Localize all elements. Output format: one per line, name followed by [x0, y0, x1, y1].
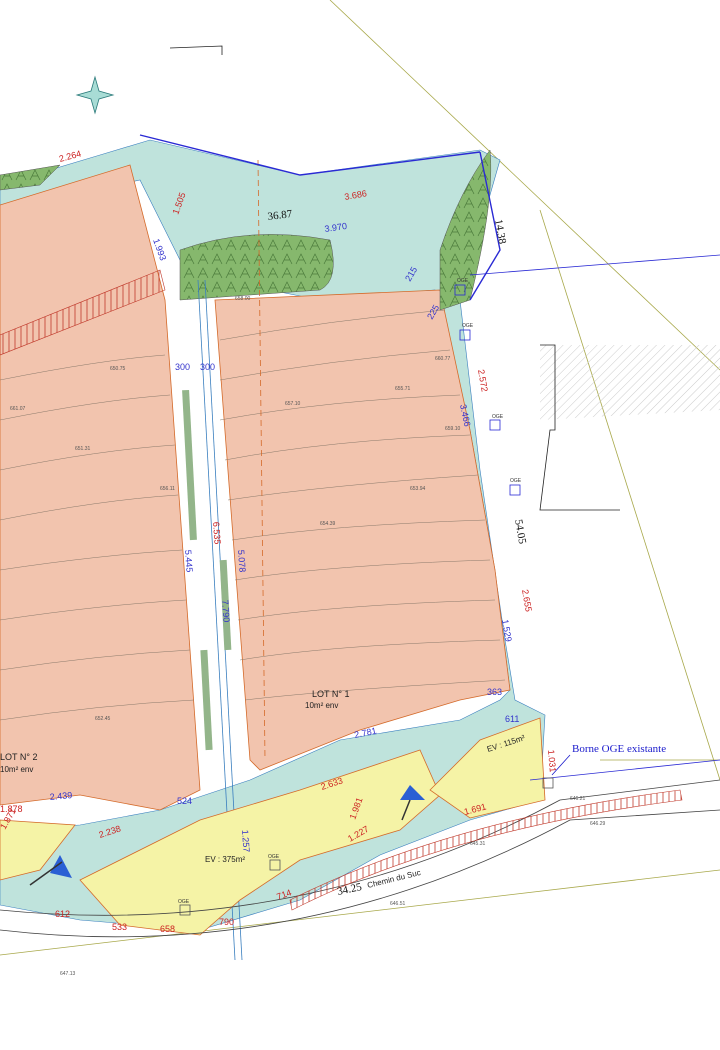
dim-red: 1.878	[0, 804, 23, 814]
green-space-375-label: EV : 375m²	[205, 855, 245, 864]
borne-oge-annotation: Borne OGE existante	[572, 743, 666, 755]
oge-label: OGE	[462, 323, 474, 329]
svg-text:659.10: 659.10	[445, 426, 461, 432]
oge-label: OGE	[492, 414, 504, 420]
svg-text:650.75: 650.75	[110, 366, 126, 372]
svg-text:647.13: 647.13	[60, 971, 76, 977]
oge-label: OGE	[510, 478, 522, 484]
dim-blue: 5.078	[236, 549, 248, 572]
svg-text:655.71: 655.71	[395, 386, 411, 392]
dim-blue: 2.439	[49, 790, 72, 802]
lot-1-title: LOT N° 1	[312, 689, 349, 699]
svg-text:661.07: 661.07	[10, 406, 26, 412]
dim-blue: 7.790	[220, 599, 232, 622]
site-plan-map: OGE OGE OGE OGE OGE OGE LOT N° 1 10m² en…	[0, 0, 720, 1050]
oge-label: OGE	[178, 899, 190, 905]
dim-red: 658	[160, 924, 175, 934]
dim-blue: 611	[505, 714, 519, 724]
lot-2-title: LOT N° 2	[0, 752, 37, 762]
dim-blue: 300	[175, 362, 190, 372]
svg-text:646.51: 646.51	[390, 901, 406, 907]
dim-red: 533	[112, 922, 127, 932]
dim-blue: 300	[200, 362, 215, 372]
svg-text:658.00: 658.00	[235, 296, 251, 302]
dim-blue: 524	[177, 796, 192, 806]
svg-text:645.31: 645.31	[470, 841, 486, 847]
svg-text:660.77: 660.77	[435, 356, 451, 362]
svg-text:653.94: 653.94	[410, 486, 426, 492]
oge-label: OGE	[457, 278, 469, 284]
dim-red: 1.031	[546, 749, 558, 772]
lot-1-area-label: 10m² env	[305, 701, 338, 710]
lot-2-area-label: 10m² env	[0, 765, 33, 774]
dim-red: 6.535	[211, 521, 223, 544]
dim-blue: 363	[487, 687, 502, 697]
dim-blue: 1.257	[240, 829, 252, 852]
svg-text:656.11: 656.11	[160, 486, 175, 492]
svg-text:652.45: 652.45	[95, 716, 111, 722]
dim-red: 612	[55, 909, 70, 919]
svg-text:657.10: 657.10	[285, 401, 301, 407]
svg-text:651.31: 651.31	[75, 446, 91, 452]
oge-label: OGE	[268, 854, 280, 860]
svg-text:646.21: 646.21	[570, 796, 586, 802]
svg-text:646.29: 646.29	[590, 821, 606, 827]
svg-text:654.39: 654.39	[320, 521, 336, 527]
dim-red: 790	[219, 917, 234, 927]
dim-blue: 5.445	[183, 549, 195, 572]
